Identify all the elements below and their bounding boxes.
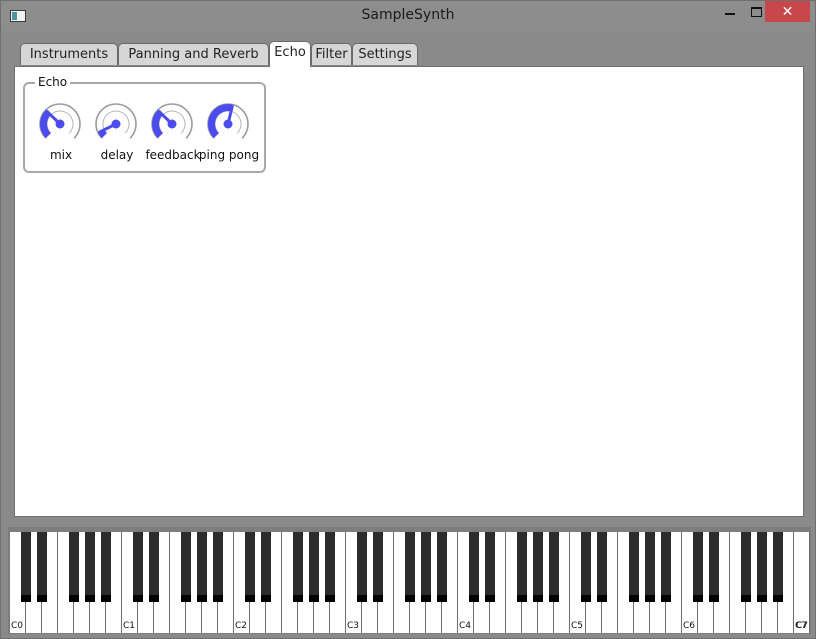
black-key[interactable] [437, 532, 447, 602]
black-key[interactable] [485, 532, 495, 602]
dial-icon [207, 103, 249, 139]
tab-settings[interactable]: Settings [352, 43, 418, 65]
knob-label: mix [49, 148, 73, 162]
black-key[interactable] [373, 532, 383, 602]
title-bar: SampleSynth ✕ [1, 1, 815, 31]
window-title: SampleSynth [361, 7, 455, 23]
white-key[interactable]: C7 [794, 532, 810, 633]
knob-delay[interactable]: delay [91, 102, 143, 168]
knob-hub [167, 119, 177, 129]
black-key[interactable] [549, 532, 559, 602]
black-key[interactable] [293, 532, 303, 602]
knob-hub [111, 119, 121, 129]
black-key[interactable] [421, 532, 431, 602]
black-key[interactable] [101, 532, 111, 602]
dial-icon [39, 103, 81, 139]
black-key[interactable] [309, 532, 319, 602]
octave-label: C1 [123, 621, 136, 631]
black-key[interactable] [405, 532, 415, 602]
black-key[interactable] [693, 532, 703, 602]
black-key[interactable] [213, 532, 223, 602]
knob-label: delay [100, 148, 134, 162]
black-key[interactable] [197, 532, 207, 602]
black-key[interactable] [709, 532, 719, 602]
black-key[interactable] [261, 532, 271, 602]
tab-panning-and-reverb[interactable]: Panning and Reverb [118, 43, 269, 65]
tab-instruments[interactable]: Instruments [20, 43, 118, 65]
black-key[interactable] [597, 532, 607, 602]
minimize-icon[interactable] [717, 1, 743, 22]
app-window: SampleSynth ✕ Instruments Panning and Re… [0, 0, 816, 639]
knob-mix[interactable]: mix [35, 102, 87, 168]
black-key[interactable] [69, 532, 79, 602]
black-key[interactable] [469, 532, 479, 602]
octave-label: C2 [235, 621, 248, 631]
black-key[interactable] [21, 532, 31, 602]
black-key[interactable] [645, 532, 655, 602]
black-key[interactable] [37, 532, 47, 602]
dial-icon [151, 103, 193, 139]
tab-content-echo: Echo mix delay feedback ping pong [14, 66, 804, 517]
black-key[interactable] [325, 532, 335, 602]
knob-ping-pong[interactable]: ping pong [199, 102, 259, 168]
black-key[interactable] [757, 532, 767, 602]
black-key[interactable] [629, 532, 639, 602]
octave-label: C3 [347, 621, 360, 631]
knob-hub [55, 119, 65, 129]
tab-filter[interactable]: Filter [311, 43, 352, 65]
octave-label: C0 [11, 621, 24, 631]
tab-echo[interactable]: Echo [269, 41, 311, 67]
dial-icon [95, 103, 137, 139]
piano-keyboard[interactable]: C0 C1 C2 C3 C4 C5 C6 C7 C7 [10, 532, 810, 633]
black-key[interactable] [149, 532, 159, 602]
black-key[interactable] [533, 532, 543, 602]
octave-label: C5 [571, 621, 584, 631]
echo-group-title: Echo [35, 75, 71, 89]
black-key[interactable] [741, 532, 751, 602]
knob-label: feedback [145, 148, 201, 162]
echo-groupbox: Echo mix delay feedback ping pong [23, 75, 266, 173]
knob-label: ping pong [198, 148, 260, 162]
black-key[interactable] [661, 532, 671, 602]
black-key[interactable] [181, 532, 191, 602]
octave-label: C6 [683, 621, 696, 631]
octave-label: C7 [796, 621, 809, 631]
black-key[interactable] [517, 532, 527, 602]
knob-feedback[interactable]: feedback [145, 102, 201, 168]
black-key[interactable] [245, 532, 255, 602]
black-key[interactable] [85, 532, 95, 602]
black-key[interactable] [357, 532, 367, 602]
black-key[interactable] [133, 532, 143, 602]
close-icon[interactable]: ✕ [765, 1, 810, 22]
black-key[interactable] [581, 532, 591, 602]
knob-hub [223, 119, 233, 129]
black-key[interactable] [773, 532, 783, 602]
tab-bar: Instruments Panning and Reverb Echo Filt… [1, 41, 815, 67]
octave-label: C4 [459, 621, 472, 631]
